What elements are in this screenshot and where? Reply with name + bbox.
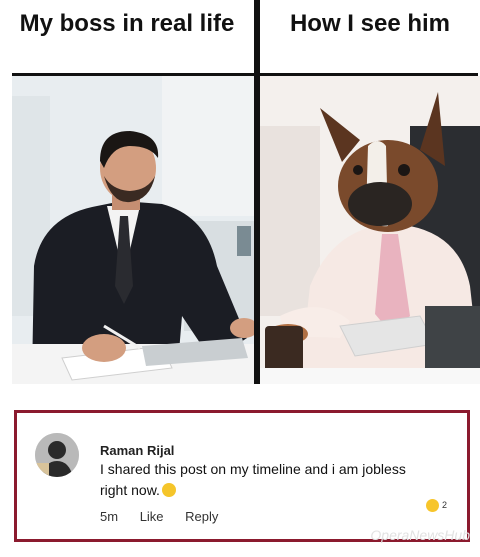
comment-text: I shared this post on my timeline and i … [100, 459, 420, 501]
sweat-smile-emoji-icon [161, 483, 176, 497]
dog-photo [260, 76, 480, 384]
comment-body: I shared this post on my timeline and i … [100, 461, 406, 498]
comment-author[interactable]: Raman Rijal [100, 443, 174, 458]
reaction-badge[interactable]: 2 [425, 499, 447, 512]
watermark: OperaNewsHub [370, 527, 470, 543]
reaction-count: 2 [441, 499, 447, 510]
haha-reaction-icon [425, 499, 439, 512]
comment-time: 5m [100, 509, 119, 524]
reply-button[interactable]: Reply [185, 509, 218, 524]
avatar-icon [35, 433, 79, 477]
comment-actions: 5m Like Reply [100, 509, 236, 524]
boss-photo [12, 76, 254, 384]
avatar[interactable] [35, 433, 79, 477]
businessman-illustration [12, 76, 254, 384]
like-button[interactable]: Like [140, 509, 164, 524]
comment-card: Raman Rijal I shared this post on my tim… [14, 410, 470, 542]
caption-left: My boss in real life [19, 10, 235, 37]
caption-right: How I see him [289, 10, 451, 37]
bulldog-illustration [260, 76, 480, 384]
